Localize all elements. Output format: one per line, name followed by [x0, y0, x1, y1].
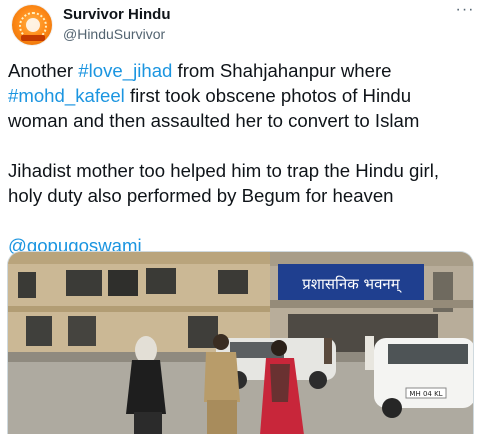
officer-legs: [207, 400, 237, 434]
red-woman-head: [271, 340, 287, 356]
more-options-icon[interactable]: ···: [454, 2, 476, 19]
car-windshield: [388, 344, 468, 364]
tweet-media-photo[interactable]: प्रशासनिक भवनम् MH 04 KL: [7, 251, 474, 434]
left-building-cornice: [8, 252, 270, 264]
tweet-card: Survivor Hindu @HinduSurvivor ··· Anothe…: [0, 0, 480, 434]
car-wheel: [382, 398, 402, 418]
hashtag-mohd-kafeel[interactable]: #mohd_kafeel: [8, 85, 125, 106]
display-name[interactable]: Survivor Hindu: [63, 6, 171, 24]
woman-legs: [134, 412, 162, 434]
tweet-paragraph-1: Another #love_jihad from Shahjahanpur wh…: [8, 58, 474, 133]
right-building-top: [270, 252, 473, 266]
officer-head: [213, 334, 229, 350]
hashtag-love-jihad[interactable]: #love_jihad: [78, 60, 172, 81]
window: [66, 270, 102, 296]
window: [146, 268, 176, 294]
window: [26, 316, 52, 346]
tweet-paragraph-2: Jihadist mother too helped him to trap t…: [8, 160, 439, 206]
officer-uniform: [204, 352, 240, 402]
woman-hair: [135, 336, 157, 364]
signboard-text: प्रशासनिक भवनम्: [302, 275, 401, 293]
car-wheel: [309, 371, 327, 389]
street-scene-photo: प्रशासनिक भवनम् MH 04 KL: [8, 252, 473, 434]
window: [68, 316, 96, 346]
tweet-text: Another #love_jihad from Shahjahanpur wh…: [8, 58, 474, 258]
right-building-ledge: [270, 300, 473, 308]
background-person: [365, 336, 374, 370]
window: [218, 270, 248, 294]
tweet-text-segment: Another: [8, 60, 79, 81]
background-person: [324, 338, 332, 364]
user-handle[interactable]: @HinduSurvivor: [63, 25, 165, 43]
avatar-emblem-core: [26, 18, 40, 32]
window: [18, 272, 36, 298]
avatar-emblem-banner: [21, 35, 45, 41]
woman-black-dress: [126, 360, 166, 414]
profile-avatar[interactable]: [11, 4, 53, 46]
red-woman-pattern: [270, 364, 290, 402]
left-building-ledge: [8, 306, 270, 312]
tweet-text-segment: from Shahjahanpur where: [172, 60, 392, 81]
number-plate-text: MH 04 KL: [409, 390, 442, 398]
window: [108, 270, 138, 296]
